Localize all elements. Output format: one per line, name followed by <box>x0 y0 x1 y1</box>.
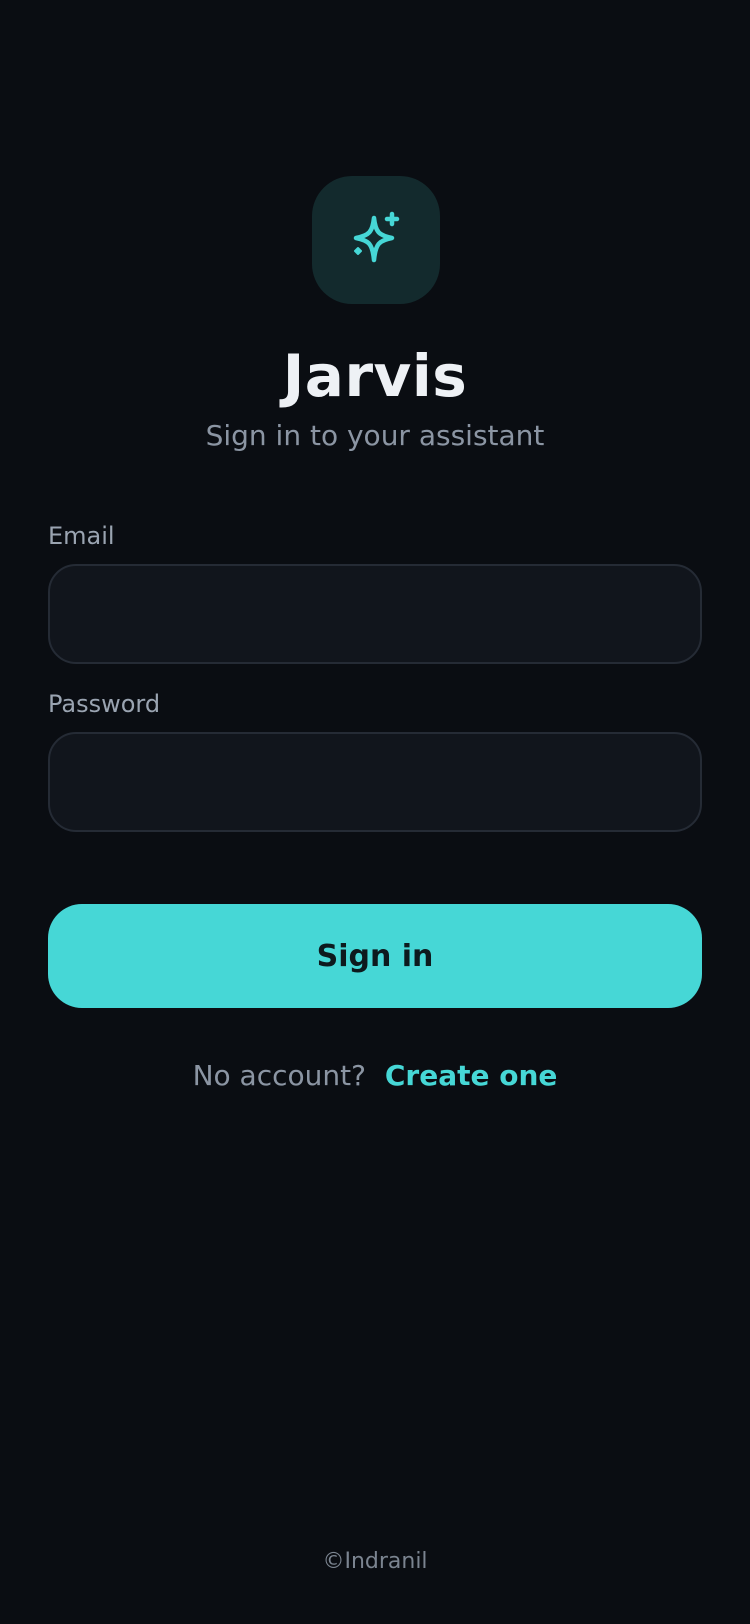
sign-in-button[interactable]: Sign in <box>48 904 702 1008</box>
app-logo <box>312 176 440 304</box>
create-account-link[interactable]: Create one <box>385 1059 558 1092</box>
sparkles-icon <box>353 211 400 263</box>
password-input[interactable] <box>48 732 702 832</box>
signup-row: No account? Create one <box>0 1056 750 1096</box>
signup-prompt: No account? <box>192 1059 366 1092</box>
email-label: Email <box>48 522 115 550</box>
app-title: Jarvis <box>282 342 468 410</box>
password-label: Password <box>48 690 161 718</box>
app-subtitle: Sign in to your assistant <box>205 419 545 452</box>
email-input[interactable] <box>48 564 702 664</box>
footer-copyright: ©Indranil <box>322 1549 428 1574</box>
